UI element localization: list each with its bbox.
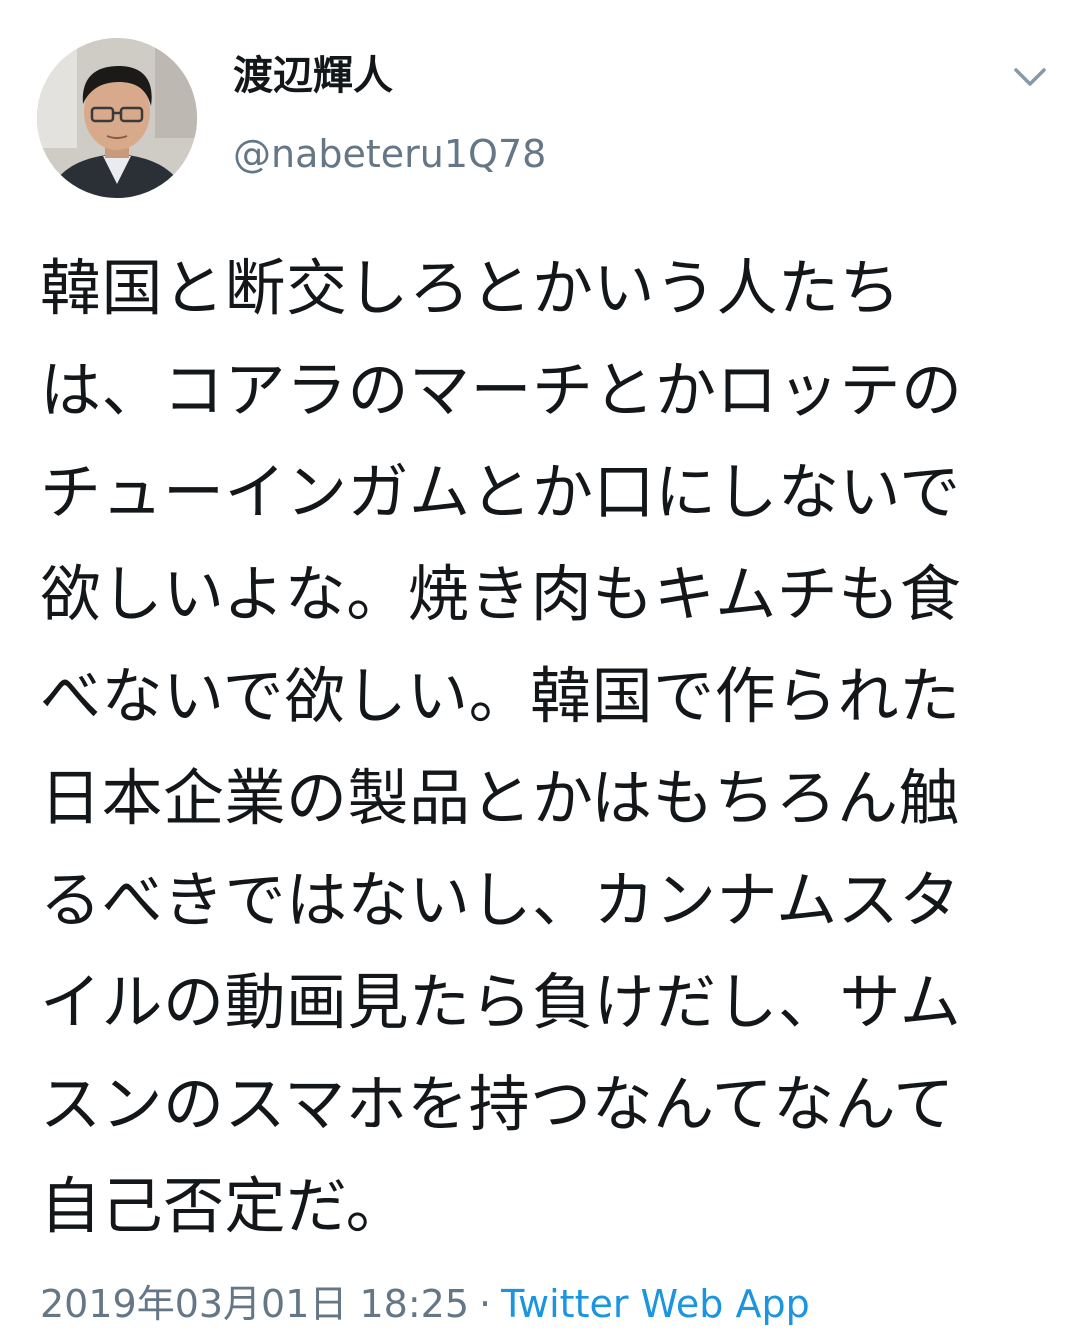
tweet-meta: 2019年03月01日 18:25 · Twitter Web App bbox=[40, 1278, 810, 1330]
avatar[interactable] bbox=[37, 38, 197, 198]
tweet-text-line: チューインガムとか口にしないで bbox=[40, 457, 961, 528]
tweet-text-line: 韓国と断交しろとかいう人たち bbox=[40, 253, 902, 324]
meta-separator: · bbox=[479, 1282, 492, 1326]
tweet-text-line: は、コアラのマーチとかロッテの bbox=[40, 355, 963, 426]
tweet-card: 渡辺輝人 @nabeteru1Q78 韓国と断交しろとかいう人たち は、コアラの… bbox=[0, 0, 1080, 1340]
tweet-text-line: べないで欲しい。韓国で作られた bbox=[40, 661, 961, 732]
user-handle[interactable]: @nabeteru1Q78 bbox=[233, 128, 546, 180]
tweet-source-link[interactable]: Twitter Web App bbox=[501, 1282, 810, 1326]
avatar-image bbox=[37, 38, 197, 198]
tweet-text-line: 日本企業の製品とかはもちろん触 bbox=[40, 763, 961, 834]
tweet-text: 韓国と断交しろとかいう人たち は、コアラのマーチとかロッテの チューインガムとか… bbox=[40, 238, 1040, 1258]
tweet-text-line: 自己否定だ。 bbox=[40, 1171, 408, 1242]
tweet-timestamp[interactable]: 2019年03月01日 18:25 bbox=[40, 1282, 469, 1326]
tweet-text-line: るべきではないし、カンナムスタ bbox=[40, 865, 961, 936]
display-name[interactable]: 渡辺輝人 bbox=[233, 48, 393, 104]
tweet-text-line: イルの動画見たら負けだし、サム bbox=[40, 967, 962, 1038]
chevron-down-icon[interactable] bbox=[1008, 58, 1052, 98]
tweet-text-line: スンのスマホを持つなんてなんて bbox=[40, 1069, 955, 1140]
tweet-text-line: 欲しいよな。焼き肉もキムチも食 bbox=[40, 559, 962, 630]
